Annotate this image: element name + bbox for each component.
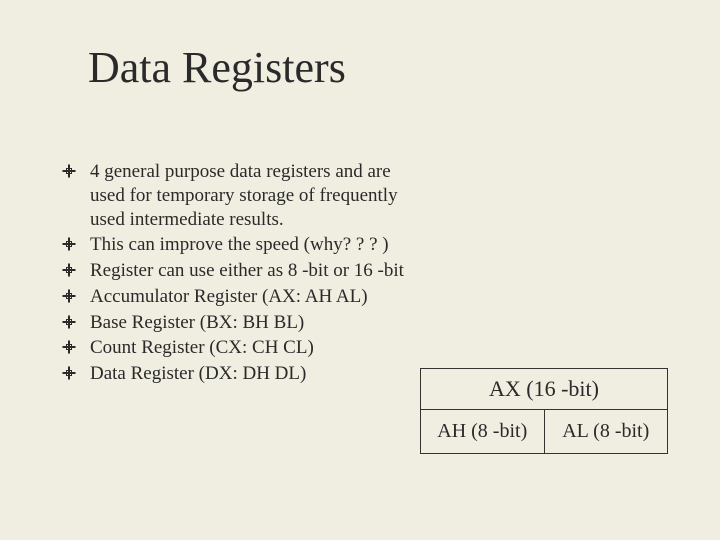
- ah-cell: AH (8 -bit): [420, 410, 545, 454]
- bullet-icon: [62, 237, 76, 251]
- bullet-list: 4 general purpose data registers and are…: [62, 160, 422, 386]
- list-item: Register can use either as 8 -bit or 16 …: [62, 259, 422, 283]
- slide: Data Registers 4 general purpose data re…: [0, 0, 720, 540]
- list-item: Accumulator Register (AX: AH AL): [62, 285, 422, 309]
- ax-cell: AX (16 -bit): [420, 368, 668, 410]
- register-diagram: AX (16 -bit) AH (8 -bit) AL (8 -bit): [420, 368, 668, 454]
- bullet-text: This can improve the speed (why? ? ? ): [90, 234, 389, 255]
- list-item: This can improve the speed (why? ? ? ): [62, 233, 422, 257]
- bullet-text: Count Register (CX: CH CL): [90, 337, 314, 358]
- bullet-text: Data Register (DX: DH DL): [90, 363, 306, 384]
- bullet-text: Base Register (BX: BH BL): [90, 312, 304, 333]
- list-item: 4 general purpose data registers and are…: [62, 160, 422, 231]
- bullet-text: Accumulator Register (AX: AH AL): [90, 286, 368, 307]
- bullet-icon: [62, 366, 76, 380]
- bullet-icon: [62, 164, 76, 178]
- bullet-text: 4 general purpose data registers and are…: [90, 161, 398, 230]
- bullet-icon: [62, 315, 76, 329]
- bullet-icon: [62, 263, 76, 277]
- slide-title: Data Registers: [88, 42, 346, 93]
- slide-body: 4 general purpose data registers and are…: [62, 160, 422, 388]
- bullet-icon: [62, 340, 76, 354]
- list-item: Data Register (DX: DH DL): [62, 362, 422, 386]
- list-item: Base Register (BX: BH BL): [62, 311, 422, 335]
- list-item: Count Register (CX: CH CL): [62, 336, 422, 360]
- sub-row: AH (8 -bit) AL (8 -bit): [420, 410, 668, 454]
- al-cell: AL (8 -bit): [545, 410, 669, 454]
- bullet-text: Register can use either as 8 -bit or 16 …: [90, 260, 404, 281]
- bullet-icon: [62, 289, 76, 303]
